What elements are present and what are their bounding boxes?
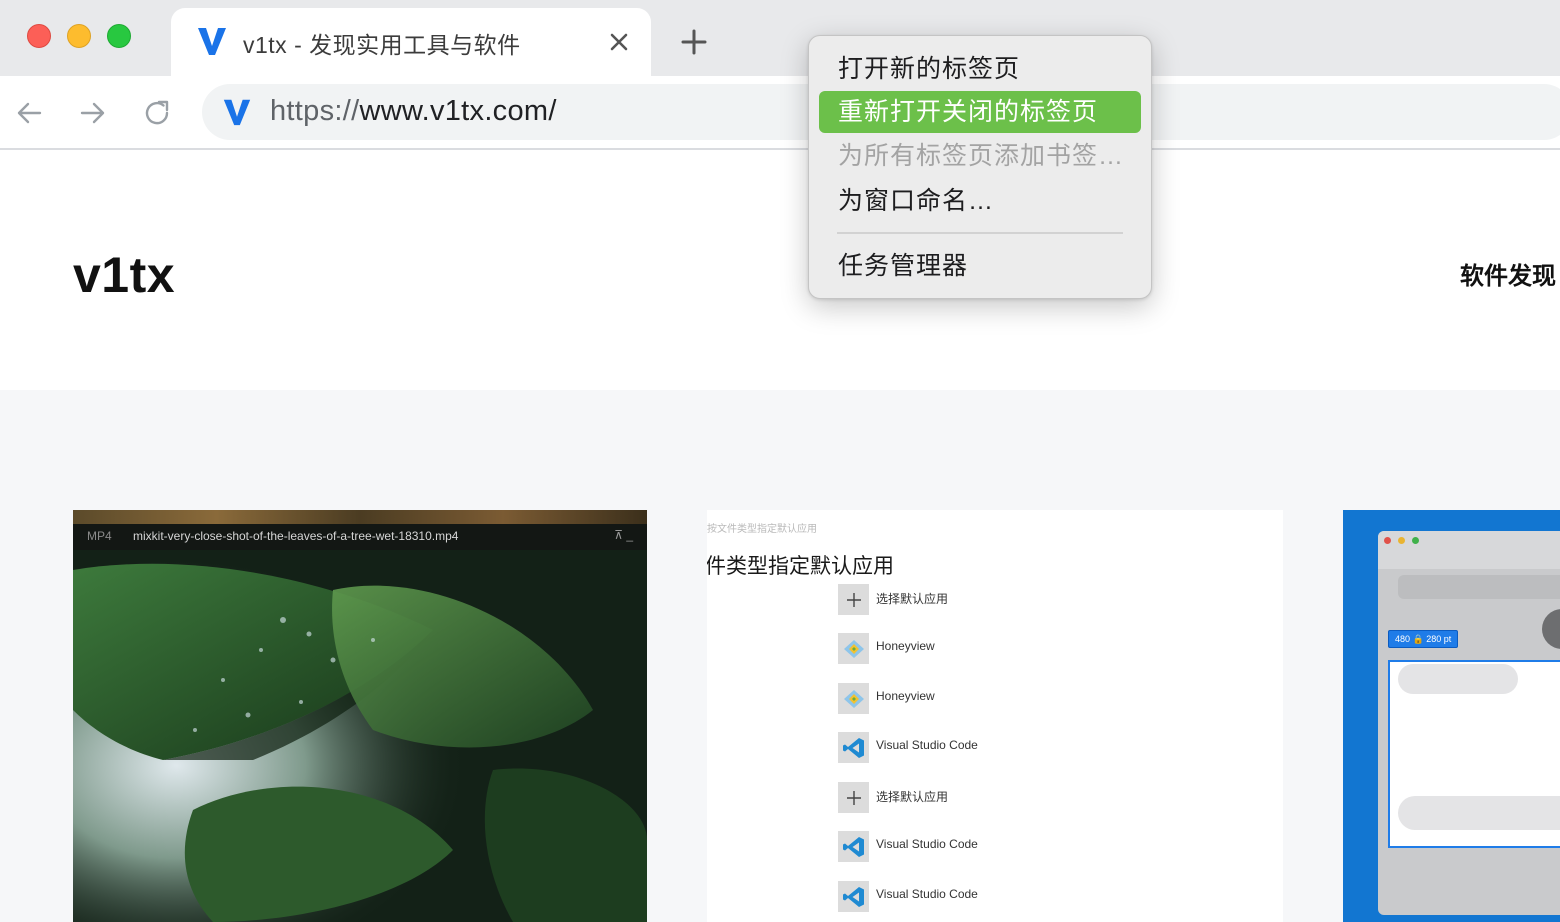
app-label: 选择默认应用 xyxy=(876,790,949,804)
plus-icon[interactable] xyxy=(678,26,710,58)
mock-avatar xyxy=(1542,609,1560,649)
app-label: Honeyview xyxy=(876,639,935,653)
mock-window-titlebar xyxy=(1378,531,1560,569)
menu-item-open-new-tab[interactable]: 打开新的标签页 xyxy=(819,48,1141,90)
app-label: Visual Studio Code xyxy=(876,887,978,901)
window-minimize-button[interactable] xyxy=(67,24,91,48)
video-top-stripe xyxy=(73,510,647,524)
v-logo-icon xyxy=(198,28,226,55)
url-protocol: https:// xyxy=(270,95,360,127)
menu-item-reopen-closed-tab[interactable]: 重新打开关闭的标签页 xyxy=(819,91,1141,133)
vscode-icon xyxy=(838,732,869,763)
mock-toolbar xyxy=(1398,575,1560,599)
mock-size-chip: 480 🔒 280 pt xyxy=(1388,630,1459,648)
url-host: www.v1tx.com/ xyxy=(359,95,557,127)
list-item: Honeyview xyxy=(838,633,1238,665)
arrow-left-icon[interactable] xyxy=(12,96,46,130)
video-window-controls: ⊼ _ xyxy=(614,528,633,542)
tab-title: v1tx - 发现实用工具与软件 xyxy=(243,32,521,58)
post-card-video[interactable]: MP4 mixkit-very-close-shot-of-the-leaves… xyxy=(73,510,647,922)
mock-max-dot xyxy=(1412,537,1419,544)
list-item: Visual Studio Code xyxy=(838,732,1238,764)
menu-item-bookmark-all-tabs: 为所有标签页添加书签… xyxy=(838,142,1125,170)
content-area: MP4 mixkit-very-close-shot-of-the-leaves… xyxy=(0,390,1560,922)
mock-window: 480 🔒 280 pt xyxy=(1378,531,1560,915)
site-header: v1tx 软件发现 xyxy=(0,150,1560,390)
mock-bubble xyxy=(1398,796,1560,830)
video-format-badge: MP4 xyxy=(87,529,112,543)
address-url: https://www.v1tx.com/ xyxy=(270,95,557,128)
nav-link-software-discovery[interactable]: 软件发现 xyxy=(1460,256,1556,291)
list-item: 选择默认应用 xyxy=(838,782,1238,814)
app-label: 选择默认应用 xyxy=(876,592,949,606)
mock-selection-frame xyxy=(1388,660,1560,848)
mock-bubble xyxy=(1398,664,1518,694)
mock-min-dot xyxy=(1398,537,1405,544)
settings-title: 件类型指定默认应用 xyxy=(707,555,894,578)
post-card-default-apps[interactable]: 按文件类型指定默认应用 件类型指定默认应用 选择默认应用 Honeyview H… xyxy=(707,510,1283,922)
tab-active[interactable]: v1tx - 发现实用工具与软件 xyxy=(171,8,651,80)
video-filename: mixkit-very-close-shot-of-the-leaves-of-… xyxy=(133,529,459,543)
window-close-button[interactable] xyxy=(27,24,51,48)
menu-separator xyxy=(837,232,1123,234)
tab-strip: v1tx - 发现实用工具与软件 xyxy=(0,0,1560,80)
video-titlebar: MP4 mixkit-very-close-shot-of-the-leaves… xyxy=(73,524,647,550)
site-logo[interactable]: v1tx xyxy=(73,246,175,304)
list-item: Honeyview xyxy=(838,683,1238,715)
app-label: Visual Studio Code xyxy=(876,738,978,752)
arrow-right-icon[interactable] xyxy=(76,96,110,130)
leaves-image xyxy=(73,510,647,922)
app-label: Honeyview xyxy=(876,689,935,703)
post-card-mockup[interactable]: 480 🔒 280 pt xyxy=(1343,510,1560,922)
mock-close-dot xyxy=(1384,537,1391,544)
close-icon[interactable] xyxy=(605,28,633,56)
vscode-icon xyxy=(838,831,869,862)
v-logo-icon xyxy=(223,99,251,126)
vscode-icon xyxy=(838,881,869,912)
plus-icon xyxy=(838,584,869,615)
menu-item-task-manager[interactable]: 任务管理器 xyxy=(819,245,1141,287)
list-item: Visual Studio Code xyxy=(838,831,1238,863)
menu-item-name-window[interactable]: 为窗口命名… xyxy=(819,180,1141,222)
honeyview-icon xyxy=(838,683,869,714)
tab-context-menu: 打开新的标签页 重新打开关闭的标签页 为所有标签页添加书签… 为窗口命名… 任务… xyxy=(808,35,1152,299)
window-maximize-button[interactable] xyxy=(107,24,131,48)
settings-breadcrumb: 按文件类型指定默认应用 xyxy=(707,524,817,535)
app-label: Visual Studio Code xyxy=(876,837,978,851)
list-item: 选择默认应用 xyxy=(838,584,1238,616)
toolbar: https://www.v1tx.com/ xyxy=(0,76,1560,150)
reload-icon[interactable] xyxy=(140,96,174,130)
list-item: Visual Studio Code xyxy=(838,881,1238,913)
honeyview-icon xyxy=(838,633,869,664)
plus-icon xyxy=(838,782,869,813)
